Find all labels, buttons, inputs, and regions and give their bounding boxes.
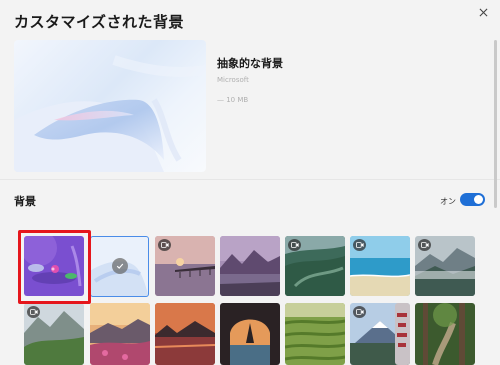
page-title: カスタマイズされた背景 (14, 13, 185, 31)
video-badge (27, 306, 40, 318)
divider (0, 179, 500, 180)
thumbnail-tropical-beach[interactable] (350, 236, 410, 296)
video-badge (353, 239, 366, 251)
thumbnail-misty-mountains[interactable] (415, 236, 475, 296)
scrollbar[interactable] (494, 40, 497, 208)
thumbnail-alpine-valley[interactable] (24, 303, 84, 365)
section-label: 背景 (14, 195, 36, 208)
video-camera-icon (420, 242, 429, 248)
preview-image (14, 40, 206, 172)
video-badge (158, 239, 171, 251)
selected-border (90, 236, 149, 297)
video-camera-icon (29, 309, 38, 315)
video-badge (288, 239, 301, 251)
preview-name: 抽象的な背景 (217, 57, 283, 70)
video-badge (353, 306, 366, 318)
video-camera-icon (290, 242, 299, 248)
thumbnail-red-sunset-reflection[interactable] (155, 303, 215, 365)
thumbnail-rice-terraces[interactable] (285, 303, 345, 365)
toggle-label: オン (440, 197, 456, 206)
background-toggle[interactable] (460, 193, 485, 206)
thumbnail-forest-path[interactable] (415, 303, 475, 365)
video-camera-icon (160, 242, 169, 248)
video-camera-icon (355, 309, 364, 315)
thumbnail-sea-arch[interactable] (220, 303, 280, 365)
preview-meta: Microsoft (217, 76, 249, 84)
thumbnail-pagoda-edge (395, 303, 410, 365)
toggle-knob (474, 195, 483, 204)
video-badge (418, 239, 431, 251)
thumbnail-green-valley[interactable] (285, 236, 345, 296)
thumbnail-lake-mountains[interactable] (220, 236, 280, 296)
thumbnail-flower-mountain-sunrise[interactable] (90, 303, 150, 365)
close-button[interactable] (473, 2, 493, 22)
preview-meta-secondary: — 10 MB (217, 96, 249, 104)
highlight-box (18, 230, 91, 304)
thumbnail-pier-sunset[interactable] (155, 236, 215, 296)
close-icon[interactable] (479, 8, 488, 17)
video-camera-icon (355, 242, 364, 248)
